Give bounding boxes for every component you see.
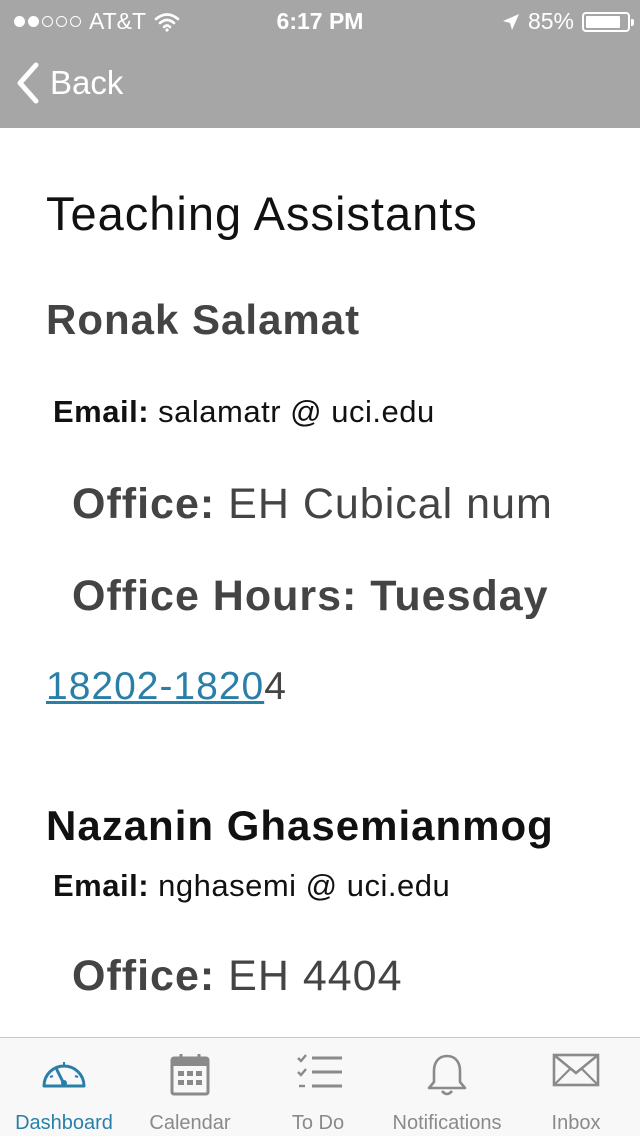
office-label: Office: bbox=[72, 952, 216, 1000]
back-button-label: Back bbox=[50, 64, 124, 101]
email-value: nghasemi @ uci.edu bbox=[158, 868, 451, 903]
office-value: EH Cubical num bbox=[228, 480, 553, 528]
bell-icon bbox=[427, 1054, 467, 1096]
tab-todo[interactable]: To Do bbox=[256, 1038, 380, 1136]
ta-email-line: Email: salamatr @ uci.edu bbox=[53, 394, 435, 430]
tab-notifications[interactable]: Notifications bbox=[380, 1038, 514, 1136]
todo-list-icon bbox=[297, 1054, 342, 1088]
ta-name: Nazanin Ghasemianmog bbox=[46, 802, 554, 849]
ta-office-line: Office: EH Cubical num bbox=[72, 480, 553, 529]
ta-office-line: Office: EH 4404 bbox=[72, 952, 402, 1001]
ta-name: Ronak Salamat bbox=[46, 296, 361, 343]
office-hours-line: Office Hours: Tuesday bbox=[72, 572, 549, 620]
teaching-assistants-content[interactable]: Teaching Assistants Ronak Salamat Email:… bbox=[0, 128, 640, 1038]
phone-suffix: 4 bbox=[264, 665, 287, 708]
dashboard-gauge-icon bbox=[42, 1062, 86, 1088]
envelope-icon bbox=[552, 1053, 600, 1087]
tab-label: To Do bbox=[291, 1112, 345, 1134]
back-button[interactable]: Back bbox=[16, 62, 123, 104]
email-label: Email: bbox=[53, 868, 150, 903]
phone-number: 18202-18204 bbox=[46, 665, 287, 709]
tab-bar: Dashboard Calendar To Do Notifications I… bbox=[0, 1037, 640, 1136]
tab-label: Dashboard bbox=[15, 1112, 113, 1134]
email-value: salamatr @ uci.edu bbox=[158, 394, 435, 429]
calendar-icon bbox=[170, 1054, 210, 1096]
office-label: Office: bbox=[72, 480, 216, 528]
tab-calendar[interactable]: Calendar bbox=[128, 1038, 252, 1136]
status-right-group: 85% bbox=[502, 8, 634, 35]
tab-label: Notifications bbox=[392, 1112, 502, 1134]
office-value: EH 4404 bbox=[228, 952, 403, 1000]
tab-label: Inbox bbox=[551, 1112, 601, 1134]
ta-email-line: Email: nghasemi @ uci.edu bbox=[53, 868, 450, 904]
status-bar: AT&T 6:17 PM 85% bbox=[0, 0, 640, 40]
email-label: Email: bbox=[53, 394, 150, 429]
tab-label: Calendar bbox=[149, 1112, 231, 1134]
battery-percent: 85% bbox=[527, 8, 574, 34]
phone-link[interactable]: 18202-1820 bbox=[46, 665, 264, 708]
location-arrow-icon bbox=[502, 13, 519, 30]
navigation-bar: AT&T 6:17 PM 85% Back bbox=[0, 0, 640, 128]
page-title: Teaching Assistants bbox=[46, 187, 478, 240]
battery-icon bbox=[582, 11, 634, 32]
chevron-left-icon bbox=[17, 62, 39, 104]
tab-dashboard[interactable]: Dashboard bbox=[0, 1038, 128, 1136]
tab-inbox[interactable]: Inbox bbox=[514, 1038, 638, 1136]
